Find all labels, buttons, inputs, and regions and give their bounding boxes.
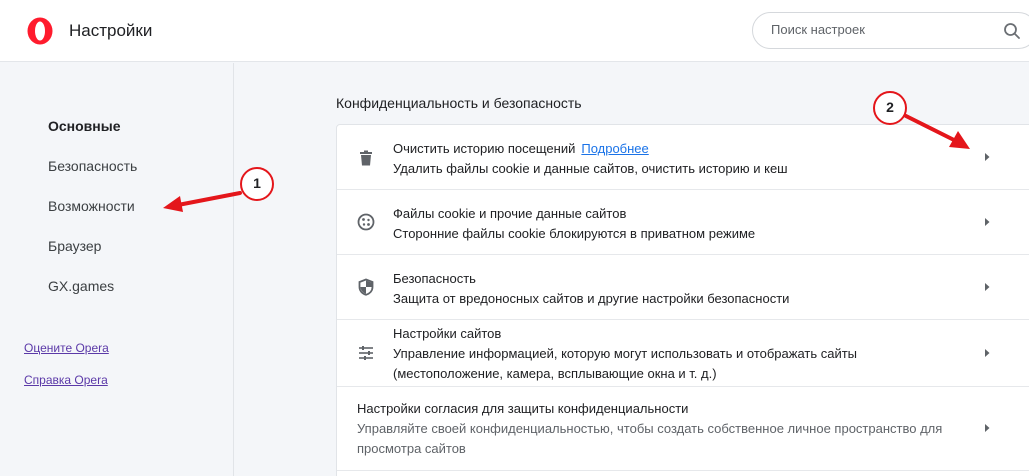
rate-opera-link[interactable]: Оцените Opera bbox=[24, 341, 109, 355]
sliders-icon bbox=[359, 346, 373, 360]
page-title: Настройки bbox=[69, 21, 153, 40]
cookie-icon bbox=[357, 213, 375, 231]
chevron-right-icon bbox=[985, 424, 990, 432]
row-title: Настройки сайтов bbox=[393, 326, 502, 341]
row-subtitle: Удалить файлы cookie и данные сайтов, оч… bbox=[393, 161, 788, 176]
row-subtitle: Сторонние файлы cookie блокируются в при… bbox=[393, 226, 756, 241]
shield-icon bbox=[358, 278, 374, 296]
search-box[interactable] bbox=[752, 12, 1029, 49]
sidebar-item-basic[interactable]: Основные bbox=[48, 118, 121, 134]
chevron-right-icon bbox=[985, 349, 990, 357]
annotation-badge-1: 1 bbox=[240, 167, 274, 201]
opera-logo-icon bbox=[27, 17, 53, 45]
section-title: Конфиденциальность и безопасность bbox=[336, 95, 582, 111]
row-subtitle-continued: (местоположение, камера, всплывающие окн… bbox=[393, 366, 717, 381]
annotation-arrow-2-icon bbox=[904, 114, 970, 149]
sidebar-item-features[interactable]: Возможности bbox=[48, 198, 135, 214]
row-title: Очистить историю посещений Подробнее bbox=[393, 141, 649, 156]
sidebar-item-browser[interactable]: Браузер bbox=[48, 238, 101, 254]
privacy-consent-row[interactable]: Настройки согласия для защиты конфиденци… bbox=[337, 387, 1029, 471]
search-icon[interactable] bbox=[1003, 22, 1021, 40]
sidebar: Основные Безопасность Возможности Браузе… bbox=[0, 63, 234, 476]
top-bar: Настройки bbox=[0, 0, 1029, 62]
row-title: Настройки согласия для защиты конфиденци… bbox=[357, 401, 689, 416]
chevron-right-icon bbox=[985, 153, 990, 161]
search-input[interactable] bbox=[771, 22, 991, 37]
site-settings-row[interactable]: Настройки сайтов Управление информацией,… bbox=[337, 320, 1029, 387]
row-subtitle-continued: просмотра сайтов bbox=[357, 441, 466, 456]
security-row[interactable]: Безопасность Защита от вредоносных сайто… bbox=[337, 255, 1029, 320]
row-subtitle: Управление информацией, которую могут ис… bbox=[393, 346, 858, 361]
sidebar-item-security[interactable]: Безопасность bbox=[48, 158, 137, 174]
learn-more-link[interactable]: Подробнее bbox=[581, 141, 648, 156]
cookies-row[interactable]: Файлы cookie и прочие данные сайтов Стор… bbox=[337, 190, 1029, 255]
row-subtitle: Управляйте своей конфиденциальностью, чт… bbox=[357, 421, 943, 436]
trash-icon bbox=[360, 150, 372, 166]
chevron-right-icon bbox=[985, 218, 990, 226]
row-subtitle: Защита от вредоносных сайтов и другие на… bbox=[393, 291, 790, 306]
chevron-right-icon bbox=[985, 283, 990, 291]
row-title: Безопасность bbox=[393, 271, 476, 286]
opera-help-link[interactable]: Справка Opera bbox=[24, 373, 108, 387]
sidebar-item-gx-games[interactable]: GX.games bbox=[48, 278, 114, 294]
annotation-arrow-1-icon bbox=[163, 191, 242, 212]
privacy-settings-card: Очистить историю посещений Подробнее Удал… bbox=[336, 124, 1029, 476]
row-title: Файлы cookie и прочие данные сайтов bbox=[393, 206, 627, 221]
